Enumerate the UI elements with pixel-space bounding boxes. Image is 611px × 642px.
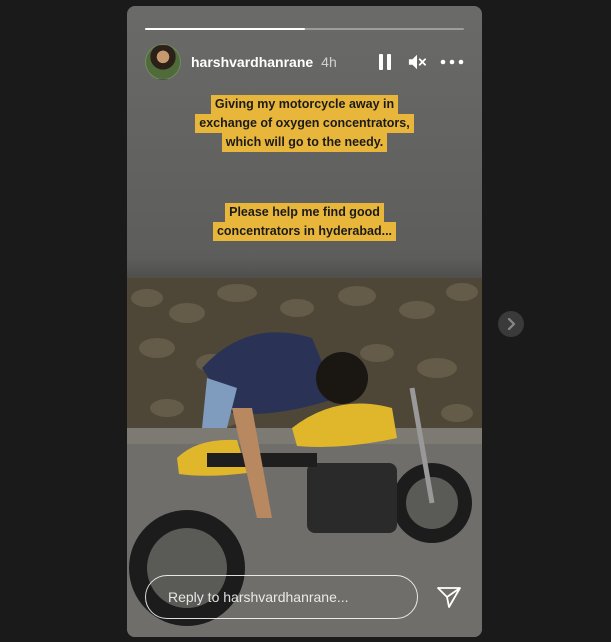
story-progress-bar bbox=[145, 28, 464, 30]
caption-line: exchange of oxygen concentrators, bbox=[195, 114, 414, 133]
story-username[interactable]: harshvardhanrane bbox=[191, 54, 313, 70]
caption-line: concentrators in hyderabad... bbox=[212, 222, 397, 241]
speaker-muted-icon[interactable] bbox=[408, 53, 426, 71]
story-progress-fill bbox=[145, 28, 305, 30]
caption-line: Giving my motorcycle away in bbox=[210, 95, 399, 114]
next-story-button[interactable] bbox=[498, 311, 524, 337]
story-viewer: harshvardhanrane 4h Giving my motorcycle… bbox=[127, 6, 482, 637]
reply-input[interactable] bbox=[145, 575, 418, 619]
pause-icon[interactable] bbox=[376, 53, 394, 71]
send-icon[interactable] bbox=[434, 582, 464, 612]
caption-line: which will go to the needy. bbox=[221, 133, 388, 152]
story-header: harshvardhanrane 4h bbox=[145, 44, 464, 80]
caption-giving-away: Giving my motorcycle away in exchange of… bbox=[127, 95, 482, 152]
caption-help-request: Please help me find good concentrators i… bbox=[127, 203, 482, 241]
avatar[interactable] bbox=[145, 44, 181, 80]
chevron-right-icon bbox=[507, 318, 516, 330]
reply-bar bbox=[145, 575, 464, 619]
more-dots-icon[interactable] bbox=[440, 53, 464, 71]
caption-line: Please help me find good bbox=[225, 203, 384, 222]
story-timestamp: 4h bbox=[321, 54, 337, 70]
